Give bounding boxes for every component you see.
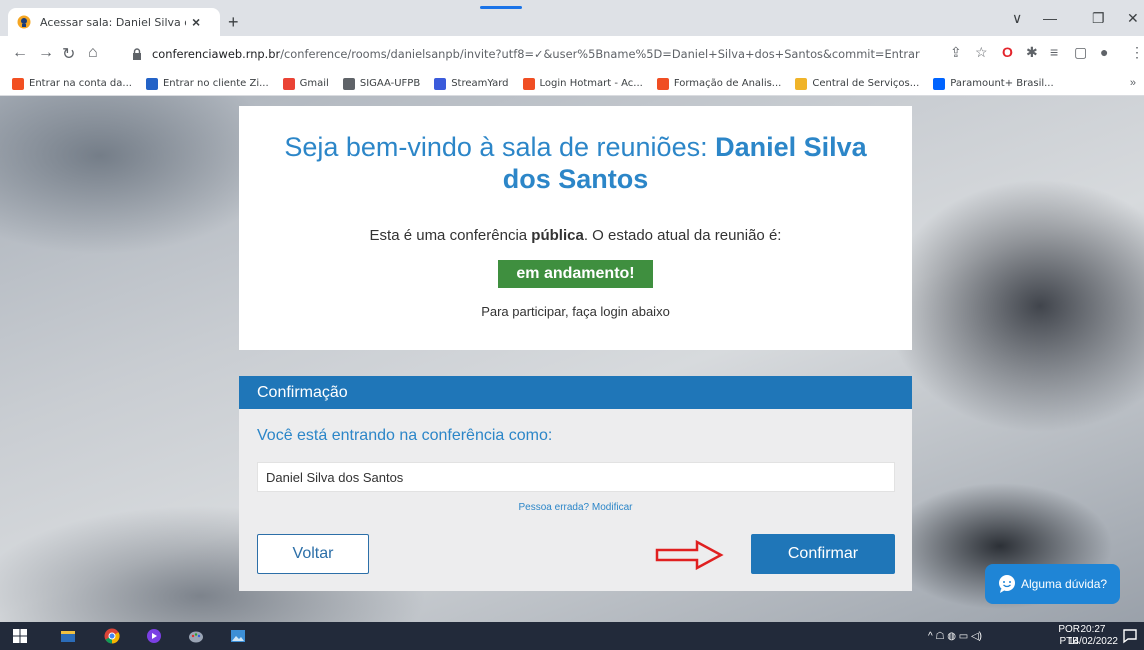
close-window-button[interactable]: ✕ — [1127, 10, 1139, 27]
conference-status-text: Esta é uma conferência pública. O estado… — [369, 227, 782, 244]
share-icon[interactable]: ⇪ — [950, 44, 962, 61]
bookmark-item[interactable]: Paramount+ Brasil... — [933, 77, 1054, 90]
extensions-puzzle-icon[interactable]: ✱ — [1026, 44, 1038, 61]
bookmark-favicon-icon — [12, 77, 24, 90]
bookmark-item[interactable]: Entrar no cliente Zi... — [145, 77, 269, 90]
reading-list-icon[interactable]: ≡ — [1050, 44, 1058, 60]
bookmark-favicon-icon — [342, 77, 355, 90]
user-name-field[interactable]: Daniel Silva dos Santos — [257, 462, 895, 492]
back-arrow-icon[interactable]: ← — [12, 44, 28, 62]
photos-app-icon[interactable] — [230, 628, 246, 644]
bookmark-item[interactable]: Entrar na conta da... — [12, 77, 132, 90]
profile-avatar-icon[interactable]: ● — [1100, 44, 1108, 60]
bookmark-label: Entrar no cliente Zi... — [162, 78, 269, 89]
bookmark-favicon-icon — [282, 77, 295, 90]
new-tab-button[interactable]: + — [228, 12, 239, 33]
login-hint: Para participar, faça login abaixo — [481, 304, 670, 319]
url-text: conferenciaweb.rnp.br/conference/rooms/d… — [152, 47, 920, 61]
windows-start-icon[interactable] — [12, 628, 28, 644]
lock-icon — [130, 47, 144, 61]
confirmation-panel: Confirmação Você está entrando na confer… — [239, 376, 912, 591]
bookmark-label: SIGAA-UFPB — [359, 78, 421, 89]
opera-extension-icon[interactable]: O — [1002, 44, 1013, 60]
bookmark-item[interactable]: StreamYard — [434, 77, 509, 90]
tab-title: Acessar sala: Daniel Silva dos San — [40, 15, 186, 29]
restore-button[interactable]: ❐ — [1092, 10, 1105, 27]
help-label: Alguma dúvida? — [1021, 577, 1108, 591]
red-arrow-annotation-icon — [655, 540, 724, 570]
bookmark-item[interactable]: Formação de Analis... — [656, 77, 782, 90]
bookmark-item[interactable]: Gmail — [282, 77, 329, 90]
bookmark-label: Paramount+ Brasil... — [950, 78, 1054, 89]
bookmark-label: Gmail — [299, 78, 329, 89]
bookmark-favicon-icon — [145, 77, 158, 90]
browser-toolbar: ← → ↻ ⌂ conferenciaweb.rnp.br/conference… — [0, 36, 1144, 72]
bookmark-favicon-icon — [434, 77, 447, 90]
bookmark-label: Login Hotmart - Ac... — [539, 78, 643, 89]
forward-arrow-icon[interactable]: → — [38, 44, 54, 62]
bookmark-item[interactable]: Login Hotmart - Ac... — [522, 77, 643, 90]
confirm-button[interactable]: Confirmar — [751, 534, 895, 574]
file-explorer-icon[interactable] — [60, 628, 76, 644]
address-bar[interactable]: conferenciaweb.rnp.br/conference/rooms/d… — [130, 40, 1010, 68]
tab-search-chevron-icon[interactable]: ∨ — [1012, 10, 1022, 27]
bookmarks-bar: Entrar na conta da... Entrar no cliente Z… — [0, 72, 1144, 96]
bookmarks-overflow-icon[interactable]: » — [1130, 77, 1136, 89]
bookmark-label: Central de Serviços... — [812, 78, 920, 89]
bookmark-favicon-icon — [795, 77, 808, 90]
bookmark-label: Formação de Analis... — [673, 78, 782, 89]
browser-tab-active[interactable]: Acessar sala: Daniel Silva dos San × — [8, 8, 220, 36]
bookmark-item[interactable]: SIGAA-UFPB — [342, 77, 421, 90]
taskbar-clock[interactable]: 20:27 14/02/2022 — [1068, 624, 1118, 648]
tab-close-icon[interactable]: × — [192, 14, 200, 30]
system-tray-icons[interactable]: ^ ☖ ◍ ▭ ◁) — [928, 622, 982, 650]
bookmark-favicon-icon — [656, 77, 669, 90]
chat-bubble-icon — [999, 575, 1015, 593]
status-badge: em andamento! — [498, 260, 653, 288]
bookmark-favicon-icon — [522, 77, 535, 90]
joining-as-label: Você está entrando na conferência como: — [257, 427, 553, 444]
site-favicon-icon — [16, 14, 32, 30]
notifications-icon[interactable] — [1122, 628, 1138, 644]
paint-app-icon[interactable] — [188, 628, 204, 644]
minimize-button[interactable]: — — [1043, 10, 1057, 26]
page-content: Seja bem-vindo à sala de reuniões: Danie… — [0, 96, 1144, 622]
menu-kebab-icon[interactable]: ⋮ — [1130, 44, 1144, 61]
media-app-icon[interactable] — [146, 628, 162, 644]
help-chat-button[interactable]: Alguma dúvida? — [985, 564, 1120, 604]
tab-search-indicator — [480, 6, 522, 9]
reload-icon[interactable]: ↻ — [62, 44, 75, 64]
side-panel-icon[interactable]: ▢ — [1074, 44, 1087, 61]
bookmark-favicon-icon — [933, 77, 946, 90]
welcome-card: Seja bem-vindo à sala de reuniões: Danie… — [239, 106, 912, 350]
bookmark-label: Entrar na conta da... — [29, 78, 132, 89]
tab-strip: Acessar sala: Daniel Silva dos San × + ∨… — [0, 0, 1144, 36]
bookmark-item[interactable]: Central de Serviços... — [795, 77, 920, 90]
back-button[interactable]: Voltar — [257, 534, 369, 574]
bookmark-star-icon[interactable]: ☆ — [975, 44, 988, 61]
confirmation-header: Confirmação — [239, 376, 912, 409]
chrome-icon[interactable] — [104, 628, 120, 644]
home-icon[interactable]: ⌂ — [88, 44, 98, 62]
bookmark-label: StreamYard — [451, 78, 509, 89]
windows-taskbar: ^ ☖ ◍ ▭ ◁) POR PTB 20:27 14/02/2022 — [0, 622, 1144, 650]
page-title: Seja bem-vindo à sala de reuniões: Danie… — [284, 132, 867, 194]
wrong-person-link[interactable]: Pessoa errada? Modificar — [239, 502, 912, 513]
